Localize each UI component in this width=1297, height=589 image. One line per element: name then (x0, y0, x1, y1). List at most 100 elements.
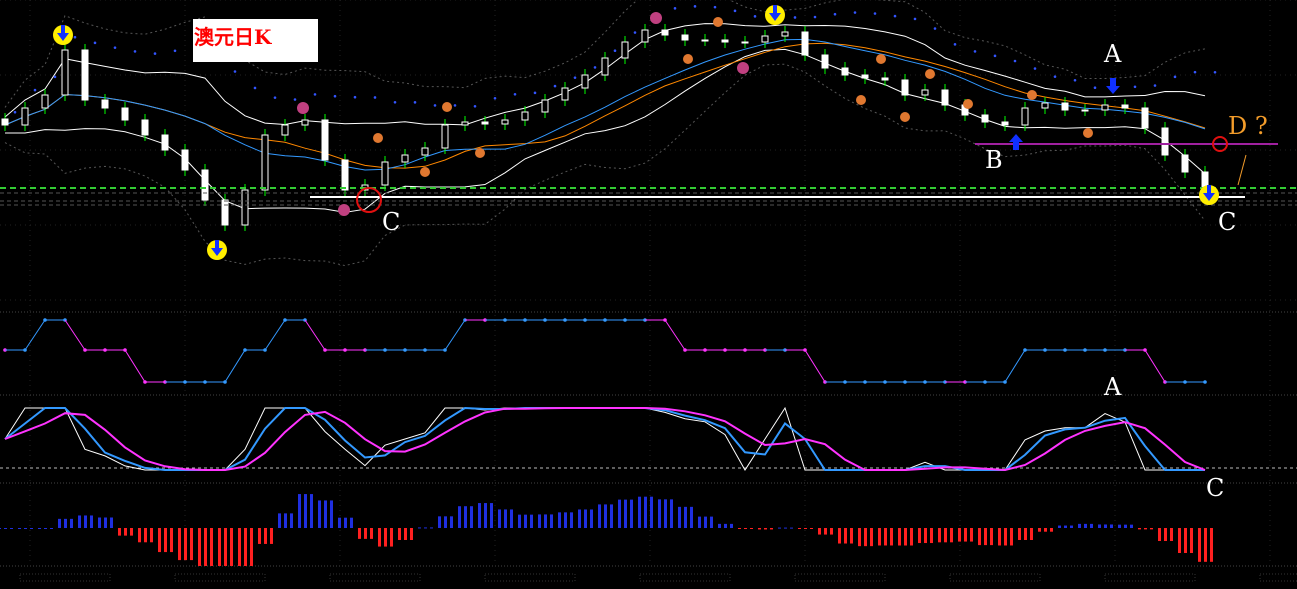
histogram-bar-negative (1190, 528, 1193, 554)
histogram-bar-positive (350, 517, 353, 528)
histogram-bar-negative (890, 528, 893, 546)
fractal-marker (650, 12, 662, 24)
histogram-bar-positive (1058, 525, 1061, 528)
histogram-bar-positive (710, 516, 713, 528)
histogram-bar-positive (784, 527, 787, 529)
histogram-bar-positive (578, 509, 581, 528)
histogram-bar-positive (790, 527, 793, 529)
date-tick-label (329, 573, 421, 582)
histogram-bar-positive (650, 496, 653, 528)
histogram-bar-positive (1098, 524, 1101, 528)
histogram-bar-negative (750, 528, 753, 529)
date-tick-label (639, 573, 731, 582)
fractal-marker (373, 133, 383, 143)
sar-dot (133, 50, 137, 53)
histogram-bar-positive (324, 500, 327, 528)
histogram-bar-positive (84, 515, 87, 528)
annotation-a-osc: A (1104, 373, 1122, 401)
histogram-bar-negative (938, 528, 941, 543)
histogram-bar-negative (404, 528, 407, 540)
histogram-bar-negative (958, 528, 961, 542)
histogram-bar-negative (164, 528, 167, 553)
candle-bull (301, 119, 309, 126)
histogram-bar-positive (538, 514, 541, 528)
sar-dot (473, 104, 477, 108)
histogram-bar-negative (850, 528, 853, 544)
candle-bear (941, 89, 949, 106)
histogram-bar-positive (1078, 523, 1081, 528)
sar-dot (293, 98, 297, 101)
candle-bull (461, 121, 469, 126)
histogram-bar-positive (1110, 524, 1113, 528)
sar-dot (873, 12, 877, 15)
histogram-bar-negative (804, 528, 807, 529)
candle-bull (381, 161, 389, 186)
candle-bull (441, 124, 449, 149)
histogram-bar-negative (1144, 528, 1147, 530)
histogram-bar-positive (670, 499, 673, 528)
sar-dot (533, 91, 537, 95)
histogram-bar-positive (330, 500, 333, 528)
candle-bear (321, 119, 329, 161)
histogram-bar-positive (10, 528, 13, 529)
histogram-bar-positive (618, 499, 621, 528)
candle-bear (841, 67, 849, 76)
histogram-bar-positive (4, 528, 7, 529)
candle-bear (861, 74, 869, 79)
histogram-bar-positive (464, 506, 467, 528)
price-chart (0, 0, 1297, 582)
histogram-bar-negative (924, 528, 927, 544)
fractal-marker (1083, 128, 1093, 138)
histogram-bar-negative (844, 528, 847, 544)
histogram-bar-positive (44, 528, 47, 529)
histogram-bar-positive (584, 509, 587, 528)
sar-dot (493, 97, 497, 100)
histogram-bar-negative (410, 528, 413, 540)
candle-bear (81, 49, 89, 101)
step-line (224, 349, 246, 383)
histogram-bar-positive (430, 527, 433, 529)
histogram-bar-negative (930, 528, 933, 544)
candle-bear (981, 114, 989, 123)
sar-dot (1193, 70, 1197, 74)
candle-bear (881, 77, 889, 81)
sar-dot (593, 66, 597, 69)
histogram-bar-negative (224, 528, 227, 566)
histogram-bar-positive (1070, 525, 1073, 528)
histogram-bar-negative (1210, 528, 1213, 562)
histogram-bar-positive (50, 528, 53, 529)
histogram-bar-negative (364, 528, 367, 539)
date-tick-label (1259, 573, 1297, 582)
histogram-bar-negative (898, 528, 901, 546)
histogram-bar-negative (904, 528, 907, 546)
histogram-bar-positive (510, 509, 513, 528)
histogram-bar-negative (884, 528, 887, 546)
sar-dot (933, 27, 937, 30)
sar-dot (353, 95, 357, 99)
histogram-bar-negative (1004, 528, 1007, 546)
histogram-bar-positive (658, 499, 661, 528)
candle-bear (661, 29, 669, 36)
histogram-bar-negative (144, 528, 147, 543)
histogram-bar-positive (604, 504, 607, 528)
histogram-bar-negative (1178, 528, 1181, 554)
histogram-bar-positive (90, 515, 93, 528)
histogram-bar-negative (264, 528, 267, 544)
histogram-bar-negative (384, 528, 387, 547)
sar-dot (953, 43, 957, 46)
histogram-bar-negative (758, 528, 761, 530)
histogram-bar-negative (1024, 528, 1027, 540)
candle-bear (1181, 154, 1189, 173)
fractal-marker (297, 102, 309, 114)
sar-dot (613, 49, 617, 52)
sar-dot (733, 9, 737, 13)
histogram-bar-negative (970, 528, 973, 542)
candle-bear (181, 149, 189, 171)
histogram-bar-negative (238, 528, 241, 566)
histogram-bar-negative (744, 528, 747, 529)
histogram-bar-positive (684, 506, 687, 528)
sar-dot (1153, 84, 1157, 87)
sar-dot (373, 96, 377, 99)
histogram-bar-negative (918, 528, 921, 544)
histogram-bar-positive (458, 506, 461, 528)
